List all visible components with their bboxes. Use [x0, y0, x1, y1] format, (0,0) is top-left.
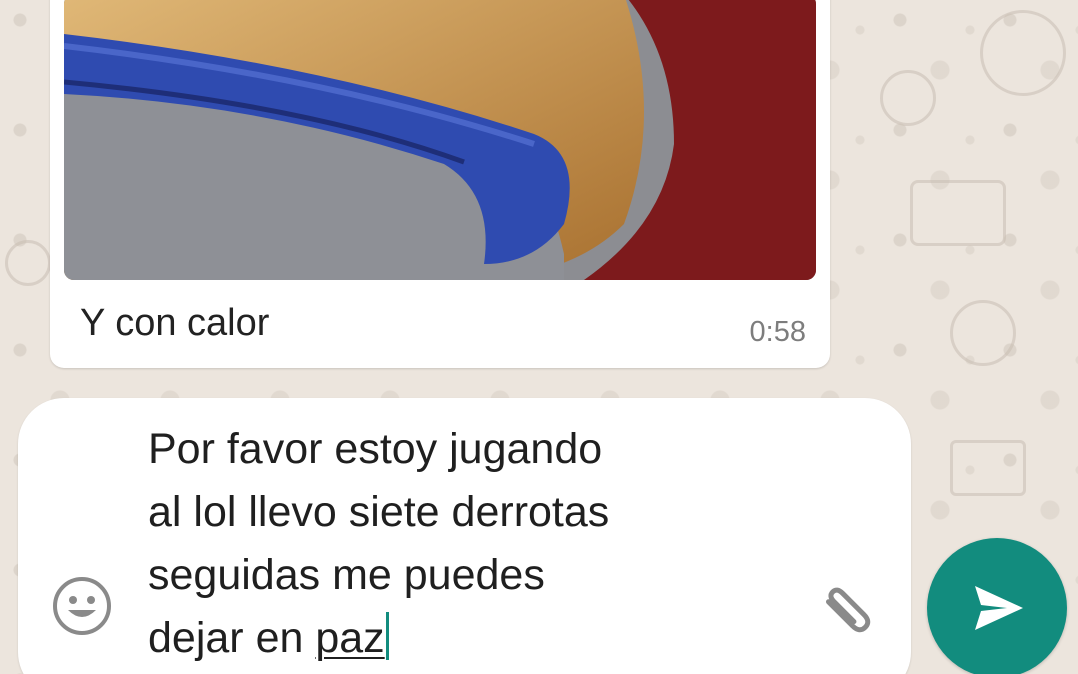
incoming-image-message[interactable]: Y con calor 0:58 [50, 0, 830, 368]
wallpaper-doodle [950, 440, 1026, 496]
text-caret [385, 612, 389, 660]
message-timestamp: 0:58 [749, 316, 806, 348]
send-button[interactable] [927, 538, 1067, 674]
message-input[interactable]: Por favor estoy jugando al lol llevo sie… [148, 418, 788, 670]
message-caption: Y con calor [80, 302, 270, 344]
input-line: dejar en [148, 614, 316, 662]
input-line: Por favor estoy jugando [148, 425, 603, 473]
input-line: al lol llevo siete derrotas [148, 488, 610, 536]
paperclip-icon[interactable] [814, 576, 884, 646]
send-icon [975, 586, 1023, 630]
emoji-icon[interactable] [52, 576, 112, 636]
spellcheck-underlined-word[interactable]: paz [315, 614, 384, 662]
message-composer[interactable]: Por favor estoy jugando al lol llevo sie… [18, 398, 911, 674]
photo-content [64, 0, 816, 280]
input-line: seguidas me puedes [148, 551, 545, 599]
message-photo[interactable] [64, 0, 816, 280]
wallpaper-doodle [950, 300, 1016, 366]
wallpaper-doodle [880, 70, 936, 126]
wallpaper-doodle [910, 180, 1006, 246]
wallpaper-doodle [980, 10, 1066, 96]
wallpaper-doodle [5, 240, 51, 286]
